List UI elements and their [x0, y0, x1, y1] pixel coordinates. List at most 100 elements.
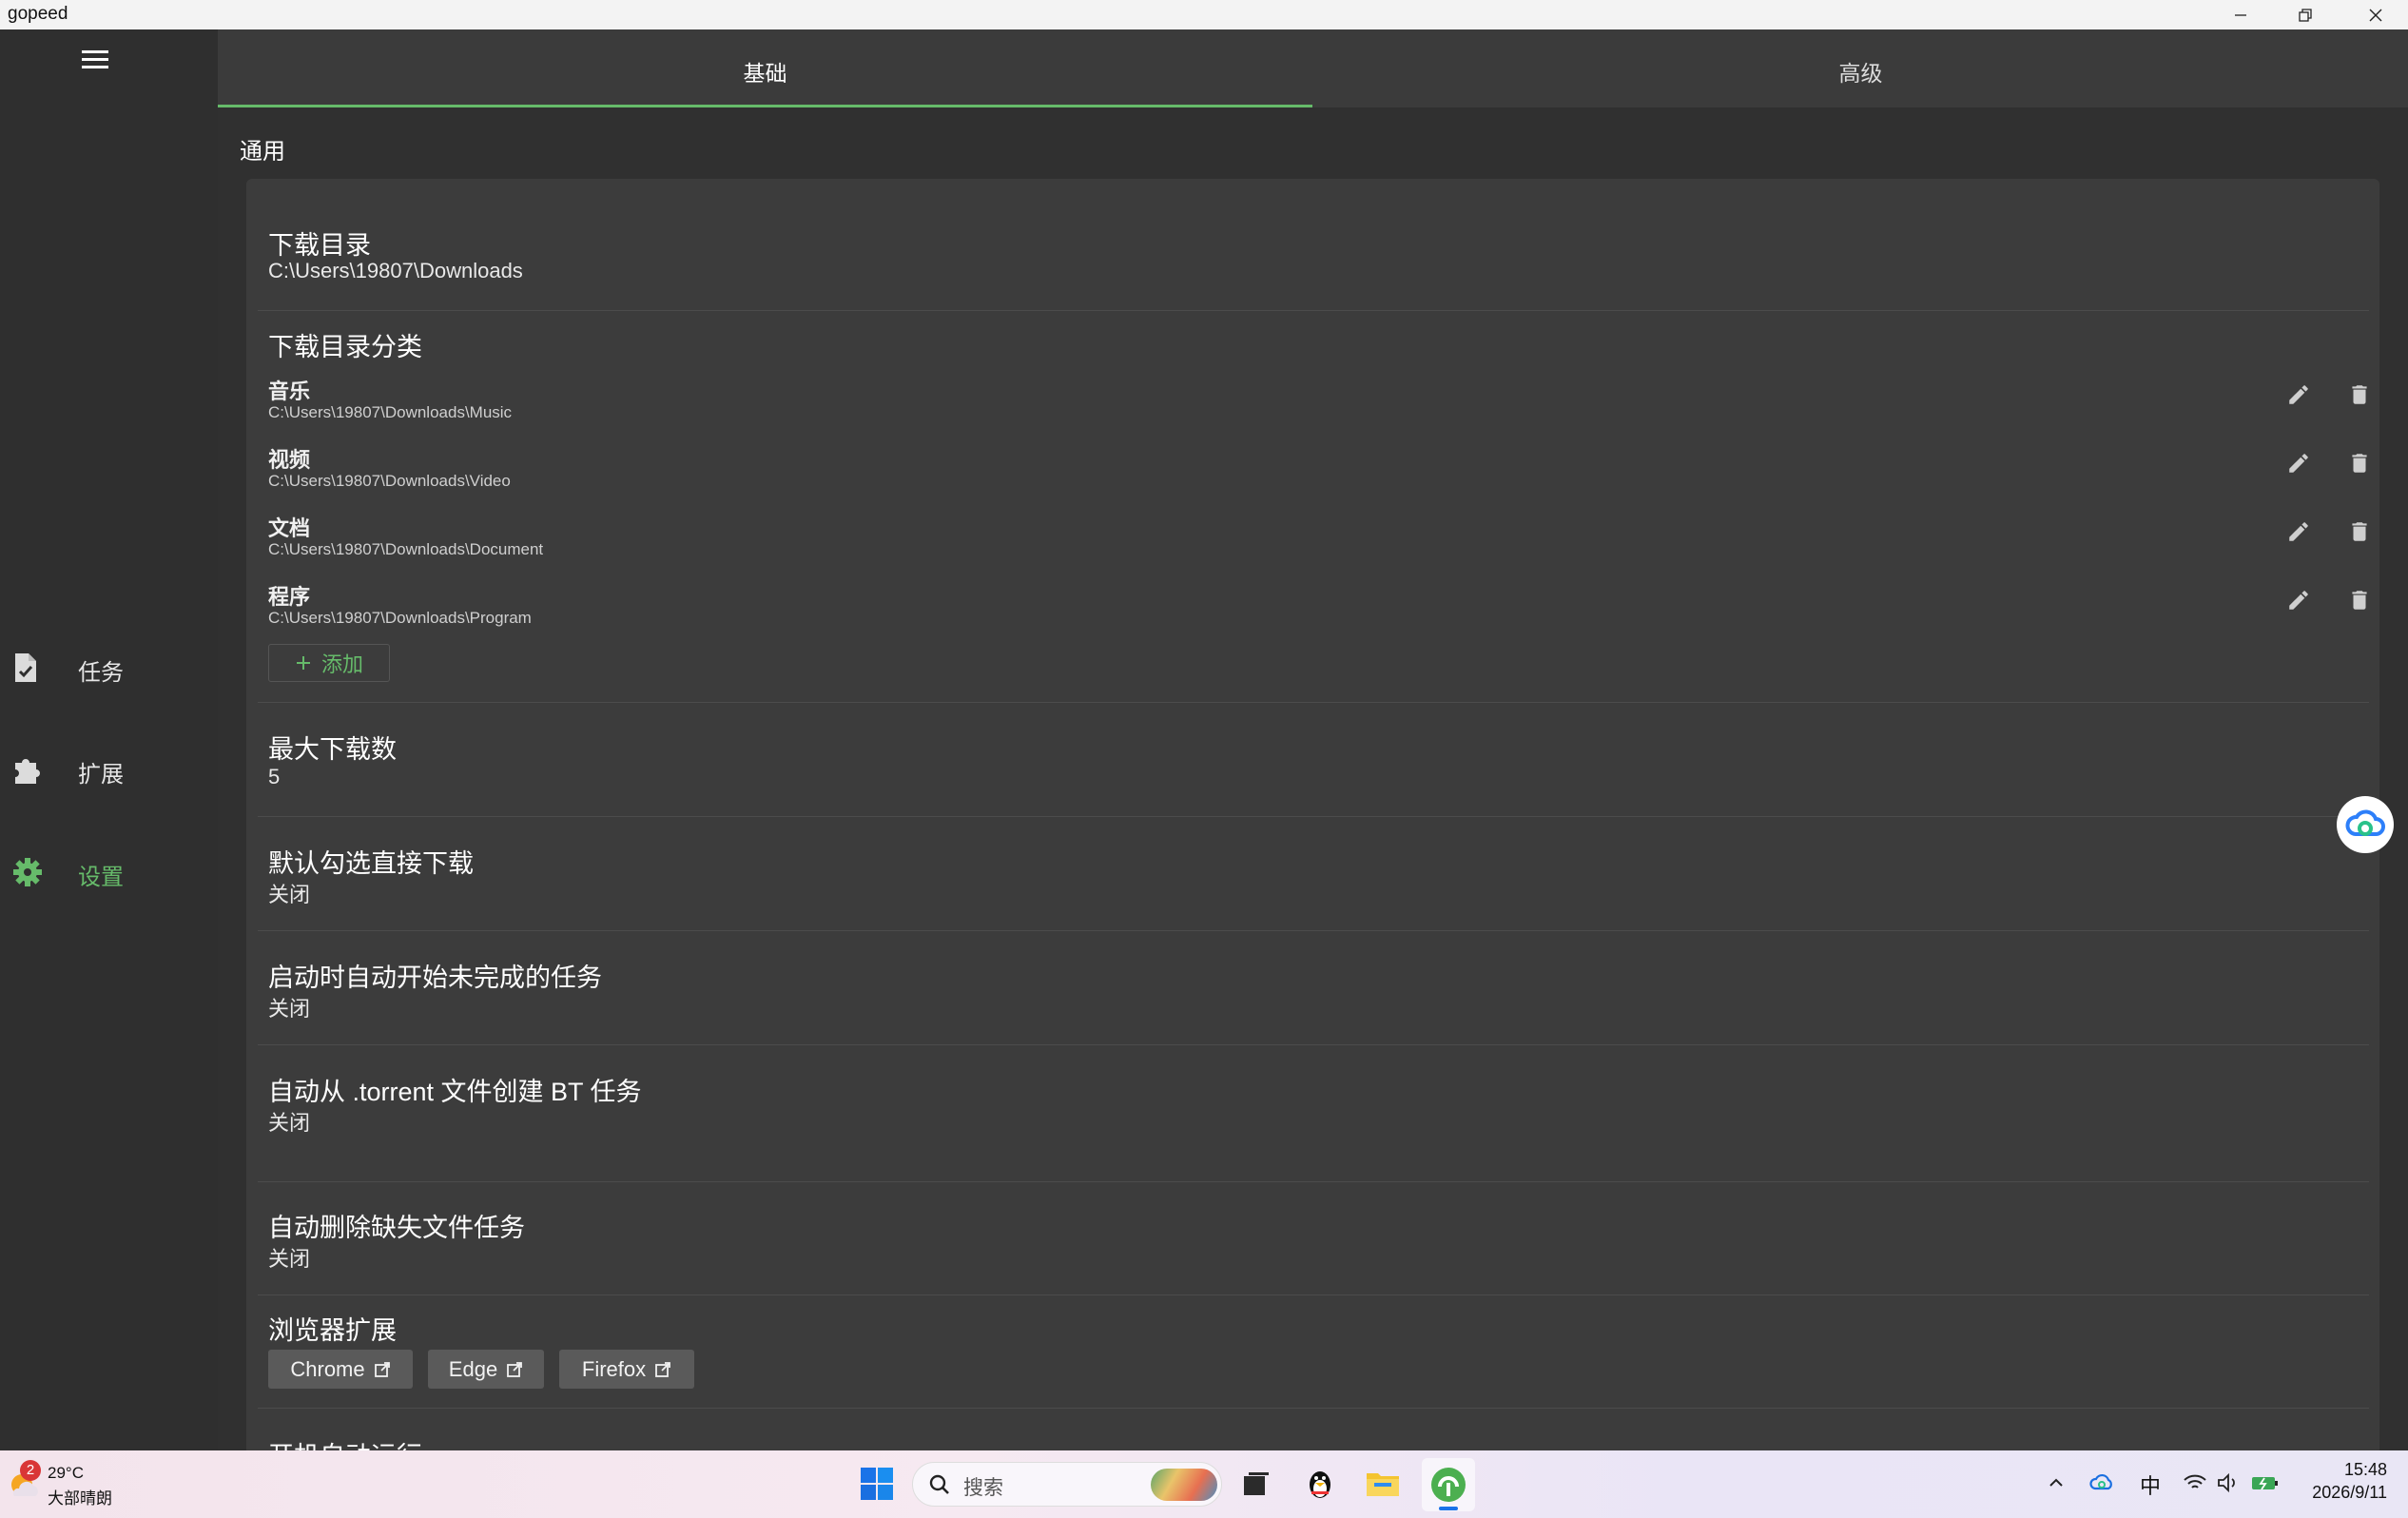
- start-button[interactable]: [860, 1467, 894, 1506]
- settings-card: 下载目录 C:\Users\19807\Downloads 下载目录分类 音乐 …: [246, 179, 2379, 1450]
- divider: [258, 1181, 2369, 1182]
- delete-icon[interactable]: [2347, 451, 2372, 480]
- sidebar-item-extensions[interactable]: 扩展: [0, 736, 218, 803]
- file-explorer-button[interactable]: [1365, 1468, 1401, 1503]
- settings-main: 基础 高级 通用 下载目录 C:\Users\19807\Downloads 下…: [218, 29, 2408, 1450]
- delete-icon[interactable]: [2347, 519, 2372, 549]
- qq-app-button[interactable]: [1303, 1466, 1337, 1507]
- window-title-bar: gopeed: [0, 0, 2408, 29]
- speaker-icon: [2218, 1472, 2235, 1493]
- minimize-icon: [2235, 13, 2246, 16]
- edit-icon[interactable]: [2286, 588, 2311, 617]
- minimize-button[interactable]: [2208, 0, 2273, 29]
- cloud-sync-icon: [2089, 1473, 2112, 1490]
- category-name: 视频: [268, 448, 311, 472]
- setting-value: 关闭: [268, 1111, 311, 1135]
- tab-basic[interactable]: 基础: [218, 29, 1312, 107]
- task-view-button[interactable]: [1241, 1469, 1272, 1505]
- category-name: 音乐: [268, 380, 311, 403]
- divider: [258, 1044, 2369, 1045]
- setting-title-autostart: 开机自动运行: [268, 1435, 422, 1450]
- clock-date: 2026/9/11: [2312, 1483, 2387, 1502]
- weather-widget[interactable]: 2 29°C 大部晴朗: [5, 1460, 112, 1508]
- external-link-icon: [507, 1361, 523, 1377]
- restore-button[interactable]: [2273, 0, 2338, 29]
- window-title: gopeed: [8, 4, 68, 24]
- tab-bar: 基础 高级: [218, 29, 2408, 107]
- setting-title: 最大下载数: [268, 735, 397, 764]
- battery-button[interactable]: [2250, 1471, 2281, 1499]
- qq-penguin-icon: [1310, 1471, 1330, 1498]
- plus-icon: [296, 656, 310, 670]
- category-path: C:\Users\19807\Downloads\Music: [268, 403, 513, 421]
- button-label: Edge: [448, 1356, 498, 1381]
- external-link-icon: [374, 1361, 390, 1377]
- edit-icon[interactable]: [2286, 451, 2311, 480]
- sidebar-item-tasks[interactable]: 任务: [0, 634, 218, 701]
- setting-title: 默认勾选直接下载: [268, 849, 474, 878]
- divider: [258, 1408, 2369, 1409]
- add-label: 添加: [320, 652, 363, 676]
- hamburger-menu-icon: [82, 50, 108, 68]
- tray-overflow-button[interactable]: [2047, 1473, 2066, 1497]
- sidebar-item-label: 任务: [78, 660, 124, 686]
- category-name: 程序: [268, 585, 311, 609]
- active-app-indicator: [1439, 1507, 1458, 1510]
- volume-button[interactable]: [2216, 1471, 2241, 1499]
- weather-temp: 29°C: [48, 1464, 84, 1482]
- sidebar-item-label: 设置: [78, 865, 124, 890]
- search-placeholder: 搜索: [963, 1477, 1003, 1499]
- close-icon: [2369, 9, 2382, 21]
- search-highlight-image: [1151, 1469, 1217, 1501]
- add-category-button[interactable]: 添加: [268, 644, 390, 682]
- sidebar-item-settings[interactable]: 设置: [0, 839, 218, 905]
- wifi-icon: [2184, 1474, 2206, 1489]
- close-button[interactable]: [2343, 0, 2408, 29]
- ime-indicator[interactable]: 中: [2140, 1469, 2161, 1500]
- button-label: Chrome: [290, 1356, 365, 1381]
- external-link-icon: [655, 1361, 671, 1377]
- divider: [258, 310, 2369, 311]
- setting-value: C:\Users\19807\Downloads: [268, 259, 523, 282]
- delete-icon[interactable]: [2347, 382, 2372, 412]
- battery-charging-icon: [2252, 1477, 2278, 1490]
- setting-title: 自动删除缺失文件任务: [268, 1214, 525, 1242]
- gear-icon: [11, 856, 44, 893]
- floating-cloud-button[interactable]: [2337, 796, 2394, 853]
- setting-title: 下载目录分类: [268, 333, 422, 361]
- folder-icon: [1367, 1473, 1399, 1496]
- edge-extension-button[interactable]: Edge: [428, 1350, 544, 1389]
- wifi-button[interactable]: [2183, 1471, 2207, 1499]
- setting-title: 启动时自动开始未完成的任务: [268, 963, 602, 992]
- sidebar: 任务 扩展 设置: [0, 29, 218, 1450]
- category-path: C:\Users\19807\Downloads\Video: [268, 472, 511, 490]
- menu-button[interactable]: [80, 49, 110, 76]
- gopeed-app-button[interactable]: [1422, 1458, 1475, 1511]
- delete-icon[interactable]: [2347, 588, 2372, 617]
- divider: [258, 930, 2369, 931]
- divider: [258, 816, 2369, 817]
- task-file-icon: [11, 652, 42, 689]
- clock[interactable]: 15:48 2026/9/11: [2301, 1460, 2387, 1503]
- tab-advanced[interactable]: 高级: [1313, 29, 2408, 107]
- divider: [258, 702, 2369, 703]
- taskbar: 2 29°C 大部晴朗 搜索 中 15:48 2026/9/11: [0, 1450, 2408, 1518]
- setting-title: 浏览器扩展: [268, 1316, 397, 1345]
- firefox-extension-button[interactable]: Firefox: [559, 1350, 694, 1389]
- section-title-general: 通用: [240, 139, 285, 165]
- setting-value: 关闭: [268, 1247, 311, 1271]
- divider: [258, 1294, 2369, 1295]
- tray-cloud-button[interactable]: [2089, 1471, 2114, 1499]
- task-view-icon: [1244, 1472, 1269, 1495]
- category-path: C:\Users\19807\Downloads\Document: [268, 540, 544, 558]
- taskbar-search[interactable]: 搜索: [912, 1462, 1222, 1507]
- sidebar-item-label: 扩展: [78, 762, 124, 788]
- category-path: C:\Users\19807\Downloads\Program: [268, 609, 532, 627]
- chrome-extension-button[interactable]: Chrome: [268, 1350, 413, 1389]
- edit-icon[interactable]: [2286, 382, 2311, 412]
- windows-logo-icon: [861, 1468, 893, 1500]
- restore-icon: [2299, 8, 2312, 22]
- clock-time: 15:48: [2343, 1460, 2387, 1479]
- search-icon: [929, 1474, 949, 1494]
- edit-icon[interactable]: [2286, 519, 2311, 549]
